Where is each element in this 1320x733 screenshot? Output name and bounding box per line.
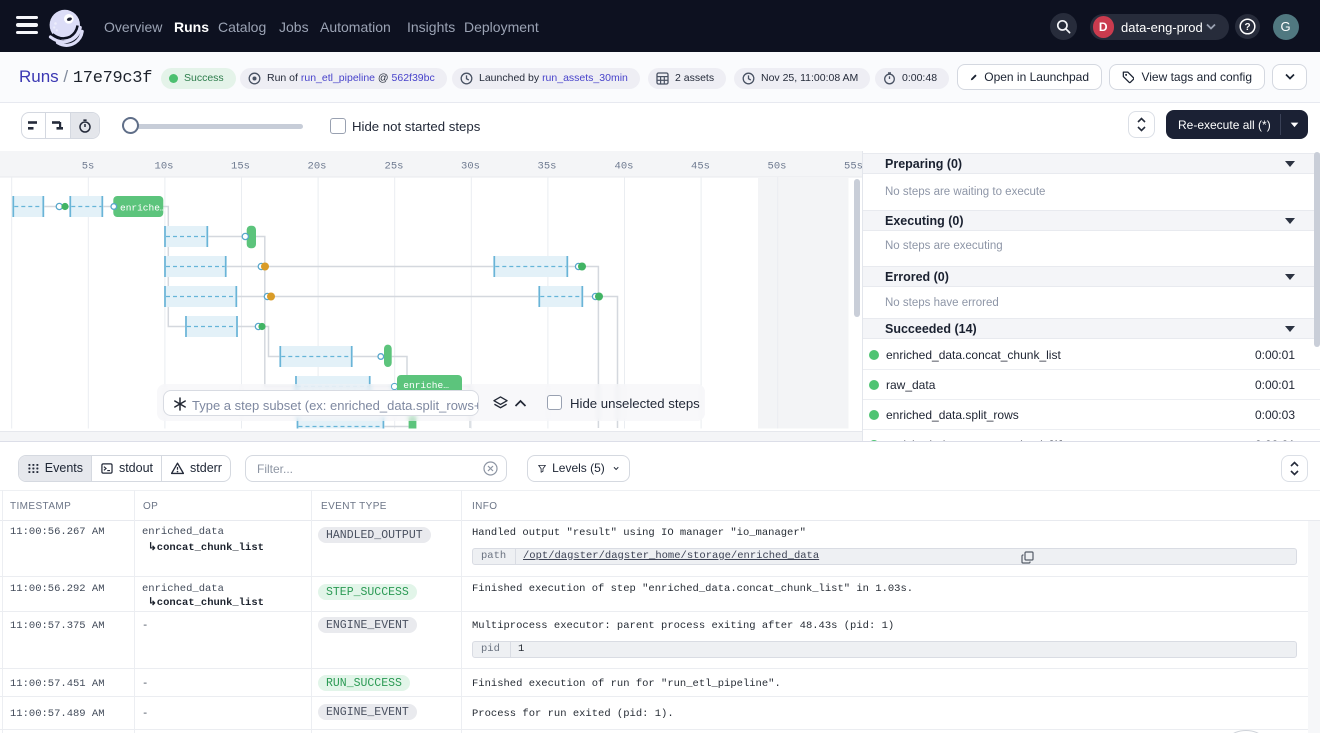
svg-text:45s: 45s	[691, 161, 710, 173]
svg-text:35s: 35s	[538, 161, 557, 173]
svg-text:10s: 10s	[155, 161, 174, 173]
svg-text:20s: 20s	[308, 161, 327, 173]
svg-text:50s: 50s	[768, 161, 787, 173]
svg-text:15s: 15s	[231, 161, 250, 173]
svg-text:40s: 40s	[615, 161, 634, 173]
svg-text:30s: 30s	[461, 161, 480, 173]
svg-text:?: ?	[1244, 22, 1250, 33]
svg-text:25s: 25s	[385, 161, 404, 173]
svg-text:5s: 5s	[82, 161, 95, 173]
svg-text:enriche…: enriche…	[120, 203, 166, 214]
svg-text:55s: 55s	[844, 161, 862, 173]
